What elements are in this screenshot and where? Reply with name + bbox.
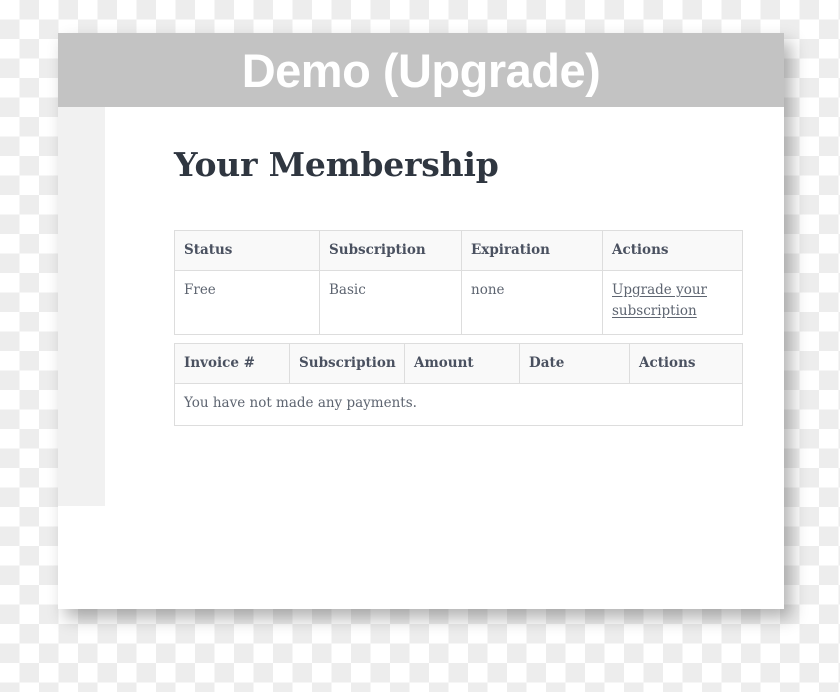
table-header-row: Status Subscription Expiration Actions <box>174 230 743 271</box>
cell-actions: Upgrade your subscription <box>602 269 743 335</box>
window-title: Demo (Upgrade) <box>241 43 601 97</box>
page-content: Your Membership Status Subscription Expi… <box>105 107 784 609</box>
column-header-amount: Amount <box>404 343 520 384</box>
cell-expiration: none <box>461 269 603 335</box>
window-titlebar: Demo (Upgrade) <box>58 33 784 107</box>
no-payments-message: You have not made any payments. <box>174 382 743 426</box>
column-header-actions: Actions <box>602 230 743 271</box>
invoices-table: Invoice # Subscription Amount Date Actio… <box>174 343 743 426</box>
column-header-expiration: Expiration <box>461 230 603 271</box>
membership-table: Status Subscription Expiration Actions F… <box>174 230 743 335</box>
membership-table-container: Status Subscription Expiration Actions F… <box>174 230 743 335</box>
table-header-row: Invoice # Subscription Amount Date Actio… <box>174 343 743 384</box>
upgrade-subscription-link[interactable]: Upgrade your subscription <box>612 282 707 319</box>
column-header-actions: Actions <box>629 343 743 384</box>
sidebar-rail <box>58 107 105 506</box>
column-header-status: Status <box>174 230 320 271</box>
table-row-empty: You have not made any payments. <box>174 382 743 426</box>
column-header-date: Date <box>519 343 630 384</box>
window-body: Your Membership Status Subscription Expi… <box>58 107 784 609</box>
page-title: Your Membership <box>174 145 499 184</box>
table-row: Free Basic none Upgrade your subscriptio… <box>174 269 743 335</box>
cell-status: Free <box>174 269 320 335</box>
cell-subscription: Basic <box>319 269 462 335</box>
column-header-subscription: Subscription <box>319 230 462 271</box>
column-header-subscription: Subscription <box>289 343 405 384</box>
invoices-table-container: Invoice # Subscription Amount Date Actio… <box>174 343 743 426</box>
column-header-invoice-number: Invoice # <box>174 343 290 384</box>
browser-window: Demo (Upgrade) Your Membership Status Su… <box>58 33 784 609</box>
